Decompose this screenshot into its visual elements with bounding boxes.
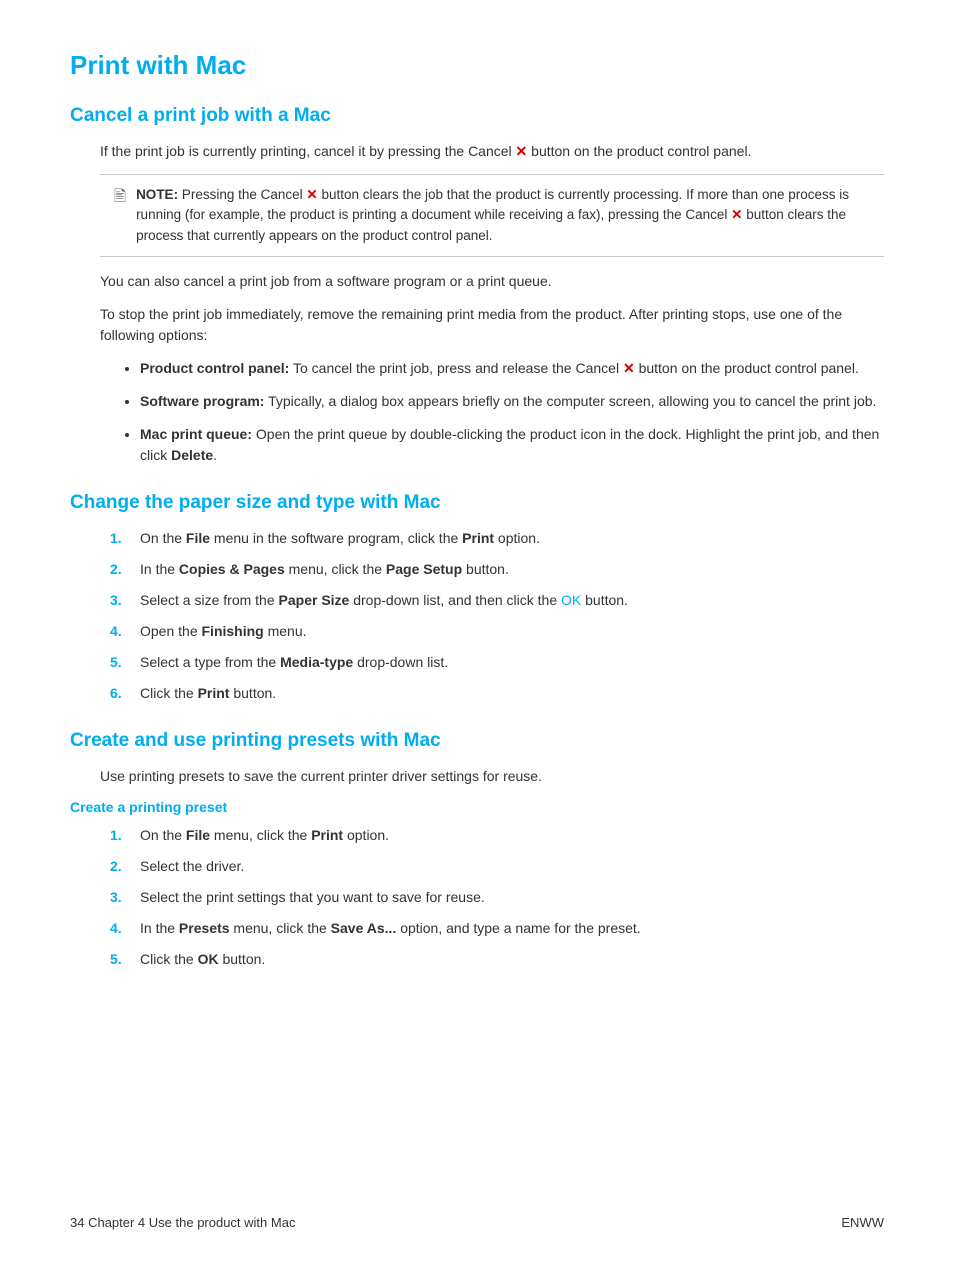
step-text: Select the driver. (140, 856, 244, 877)
step-text: On the File menu, click the Print option… (140, 825, 389, 846)
cancel-x-icon4: ✕ (623, 360, 635, 376)
paper-size-section: Change the paper size and type with Mac … (70, 492, 884, 704)
list-item: Select the driver. (110, 856, 884, 877)
cancel-para1: If the print job is currently printing, … (100, 141, 884, 162)
note-icon: 🖹 (114, 186, 126, 209)
list-item: Click the Print button. (110, 683, 884, 704)
footer-left: 34 Chapter 4 Use the product with Mac (70, 1215, 295, 1230)
cancel-print-heading: Cancel a print job with a Mac (70, 105, 884, 127)
cancel-print-section: Cancel a print job with a Mac If the pri… (70, 105, 884, 466)
ok-link: OK (561, 592, 581, 608)
note-content: NOTE: Pressing the Cancel ✕ button clear… (136, 185, 870, 246)
cancel-para2: You can also cancel a print job from a s… (100, 271, 884, 292)
printing-presets-section: Create and use printing presets with Mac… (70, 730, 884, 970)
cancel-x-icon3: ✕ (731, 207, 742, 222)
presets-intro: Use printing presets to save the current… (100, 766, 884, 787)
list-item: Software program: Typically, a dialog bo… (140, 391, 884, 412)
bullet-label-1: Product control panel: (140, 360, 289, 376)
step-text: Open the Finishing menu. (140, 621, 307, 642)
note-label: NOTE: (136, 187, 178, 202)
step-text: Select a size from the Paper Size drop-d… (140, 590, 628, 611)
list-item: Click the OK button. (110, 949, 884, 970)
list-item: Select a size from the Paper Size drop-d… (110, 590, 884, 611)
paper-size-steps: On the File menu in the software program… (110, 528, 884, 704)
list-item: Select the print settings that you want … (110, 887, 884, 908)
bullet-label-2: Software program: (140, 393, 264, 409)
list-item: Select a type from the Media-type drop-d… (110, 652, 884, 673)
list-item: Open the Finishing menu. (110, 621, 884, 642)
step-text: Click the OK button. (140, 949, 265, 970)
delete-label: Delete (171, 447, 213, 463)
footer-right: ENWW (841, 1215, 884, 1230)
step-text: On the File menu in the software program… (140, 528, 540, 549)
page-footer: 34 Chapter 4 Use the product with Mac EN… (70, 1215, 884, 1230)
paper-size-heading: Change the paper size and type with Mac (70, 492, 884, 514)
cancel-para3: To stop the print job immediately, remov… (100, 304, 884, 346)
cancel-bullet-list: Product control panel: To cancel the pri… (140, 358, 884, 466)
note-box: 🖹 NOTE: Pressing the Cancel ✕ button cle… (100, 174, 884, 257)
list-item: On the File menu in the software program… (110, 528, 884, 549)
list-item: In the Copies & Pages menu, click the Pa… (110, 559, 884, 580)
bullet-label-3: Mac print queue: (140, 426, 252, 442)
step-text: Select a type from the Media-type drop-d… (140, 652, 448, 673)
list-item: In the Presets menu, click the Save As..… (110, 918, 884, 939)
list-item: Product control panel: To cancel the pri… (140, 358, 884, 379)
printing-presets-heading: Create and use printing presets with Mac (70, 730, 884, 752)
create-preset-subheading: Create a printing preset (70, 799, 884, 815)
step-text: In the Presets menu, click the Save As..… (140, 918, 641, 939)
cancel-x-icon1: ✕ (516, 143, 528, 159)
step-text: Click the Print button. (140, 683, 276, 704)
page-title: Print with Mac (70, 50, 884, 81)
list-item: Mac print queue: Open the print queue by… (140, 424, 884, 466)
step-text: In the Copies & Pages menu, click the Pa… (140, 559, 509, 580)
create-preset-steps: On the File menu, click the Print option… (110, 825, 884, 970)
step-text: Select the print settings that you want … (140, 887, 485, 908)
list-item: On the File menu, click the Print option… (110, 825, 884, 846)
cancel-x-icon2: ✕ (306, 187, 317, 202)
